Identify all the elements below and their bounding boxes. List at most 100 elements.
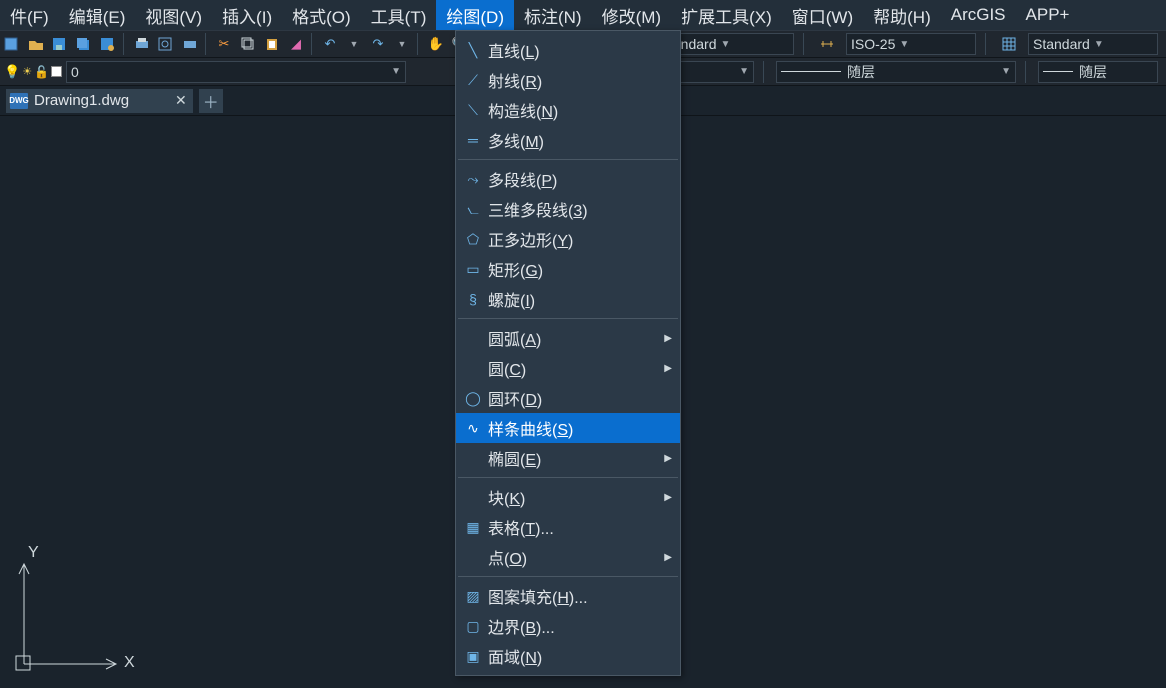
- spline-icon: ∿: [462, 420, 484, 437]
- ucs-axis: Y X: [10, 538, 130, 678]
- menu-item-ellipse[interactable]: 椭圆(E)▶: [456, 443, 680, 473]
- menu-item-donut[interactable]: ◯圆环(D): [456, 383, 680, 413]
- layer-value: 0: [71, 64, 79, 80]
- menu-item-mline[interactable]: ═多线(M): [456, 125, 680, 155]
- open-icon[interactable]: [25, 33, 47, 55]
- menu-item-arc[interactable]: 圆弧(A)▶: [456, 323, 680, 353]
- pan-icon[interactable]: ✋: [425, 33, 447, 55]
- undo-icon[interactable]: ↶: [319, 33, 341, 55]
- table-style-icon[interactable]: [999, 33, 1021, 55]
- rectangle-icon: ▭: [462, 261, 484, 278]
- menu-divider: [458, 159, 678, 160]
- menu-divider: [458, 576, 678, 577]
- menu-item-table[interactable]: ▦表格(T)...: [456, 512, 680, 542]
- bylayer-dropdown-b[interactable]: 随层: [1038, 61, 1158, 83]
- menu-modify[interactable]: 修改(M): [592, 0, 671, 30]
- menu-item-ray[interactable]: ⟋射线(R): [456, 65, 680, 95]
- menu-tools[interactable]: 工具(T): [361, 0, 437, 30]
- save-icon[interactable]: [49, 33, 71, 55]
- menu-help[interactable]: 帮助(H): [863, 0, 941, 30]
- menu-item-spline[interactable]: ∿样条曲线(S): [456, 413, 680, 443]
- table-icon: ▦: [462, 519, 484, 536]
- bylayer-dropdown-a[interactable]: 随层 ▼: [776, 61, 1016, 83]
- match-icon[interactable]: ◢: [285, 33, 307, 55]
- menu-view[interactable]: 视图(V): [135, 0, 212, 30]
- saveas-icon[interactable]: [97, 33, 119, 55]
- menu-edit[interactable]: 编辑(E): [59, 0, 136, 30]
- region-icon: ▣: [462, 648, 484, 665]
- ray-icon: ⟋: [462, 72, 484, 89]
- menu-window[interactable]: 窗口(W): [782, 0, 863, 30]
- chevron-down-icon: ▼: [720, 39, 730, 50]
- dim-style-value: ISO-25: [851, 36, 895, 52]
- paste-icon[interactable]: [261, 33, 283, 55]
- menu-item-rectangle[interactable]: ▭矩形(G): [456, 254, 680, 284]
- sun-icon: ☀: [22, 65, 32, 78]
- layer-dropdown[interactable]: 0 ▼: [66, 61, 406, 83]
- menu-app-plus[interactable]: APP+: [1016, 0, 1080, 30]
- publish-icon[interactable]: [179, 33, 201, 55]
- menu-item-pline[interactable]: ⤳多段线(P): [456, 164, 680, 194]
- menu-item-boundary[interactable]: ▢边界(B)...: [456, 611, 680, 641]
- menu-insert[interactable]: 插入(I): [212, 0, 282, 30]
- menu-item-3dpoly[interactable]: ⦦三维多段线(3): [456, 194, 680, 224]
- table-style-value: Standard: [1033, 36, 1090, 52]
- separator: [417, 33, 421, 55]
- linetype-dropdown[interactable]: ▼: [674, 61, 754, 83]
- undo-dropdown-icon[interactable]: ▼: [343, 33, 365, 55]
- dwg-file-icon: DWG: [10, 93, 28, 109]
- submenu-arrow-icon: ▶: [664, 492, 672, 503]
- cut-icon[interactable]: ✂: [213, 33, 235, 55]
- 3dpoly-icon: ⦦: [462, 201, 484, 218]
- new-tab-button[interactable]: ＋: [199, 89, 223, 113]
- submenu-arrow-icon: ▶: [664, 363, 672, 374]
- menu-item-block[interactable]: 块(K)▶: [456, 482, 680, 512]
- hatch-icon: ▨: [462, 588, 484, 605]
- redo-icon[interactable]: ↷: [367, 33, 389, 55]
- separator: [205, 33, 209, 55]
- chevron-down-icon: ▼: [899, 39, 909, 50]
- menu-item-polygon[interactable]: ⬠正多边形(Y): [456, 224, 680, 254]
- mline-icon: ═: [462, 132, 484, 148]
- menu-item-helix[interactable]: §螺旋(I): [456, 284, 680, 314]
- menu-file[interactable]: 件(F): [0, 0, 59, 30]
- menu-extensions[interactable]: 扩展工具(X): [671, 0, 782, 30]
- menu-draw[interactable]: 绘图(D): [436, 0, 514, 30]
- separator: [123, 33, 127, 55]
- dim-style-dropdown[interactable]: ISO-25 ▼: [846, 33, 976, 55]
- boundary-icon: ▢: [462, 618, 484, 635]
- menu-item-region[interactable]: ▣面域(N): [456, 641, 680, 671]
- separator: [803, 33, 807, 55]
- copy-icon[interactable]: [237, 33, 259, 55]
- bylayer-a-value: 随层: [847, 62, 875, 82]
- menu-arcgis[interactable]: ArcGIS: [941, 0, 1016, 30]
- pline-icon: ⤳: [462, 171, 484, 188]
- print-icon[interactable]: [131, 33, 153, 55]
- donut-icon: ◯: [462, 390, 484, 407]
- dim-style-icon[interactable]: [817, 33, 839, 55]
- document-tab[interactable]: DWG Drawing1.dwg ✕: [6, 89, 193, 113]
- close-tab-icon[interactable]: ✕: [175, 92, 187, 109]
- table-style-dropdown[interactable]: Standard ▼: [1028, 33, 1158, 55]
- menu-item-point[interactable]: 点(O)▶: [456, 542, 680, 572]
- submenu-arrow-icon: ▶: [664, 333, 672, 344]
- saveall-icon[interactable]: [73, 33, 95, 55]
- lightbulb-icon: 💡: [4, 64, 20, 80]
- submenu-arrow-icon: ▶: [664, 552, 672, 563]
- preview-icon[interactable]: [155, 33, 177, 55]
- axis-y-label: Y: [28, 544, 39, 562]
- menu-divider: [458, 318, 678, 319]
- redo-dropdown-icon[interactable]: ▼: [391, 33, 413, 55]
- menu-item-hatch[interactable]: ▨图案填充(H)...: [456, 581, 680, 611]
- helix-icon: §: [462, 291, 484, 307]
- menu-item-circle[interactable]: 圆(C)▶: [456, 353, 680, 383]
- menu-format[interactable]: 格式(O): [282, 0, 361, 30]
- menu-item-line[interactable]: ╲直线(L): [456, 35, 680, 65]
- text-style-dropdown[interactable]: tandard ▼: [664, 33, 794, 55]
- separator: [311, 33, 315, 55]
- menu-dimension[interactable]: 标注(N): [514, 0, 592, 30]
- menu-item-xline[interactable]: ⟍构造线(N): [456, 95, 680, 125]
- layer-color-icon: [51, 66, 62, 77]
- menu-bar: 件(F) 编辑(E) 视图(V) 插入(I) 格式(O) 工具(T) 绘图(D)…: [0, 0, 1166, 30]
- new-icon[interactable]: [1, 33, 23, 55]
